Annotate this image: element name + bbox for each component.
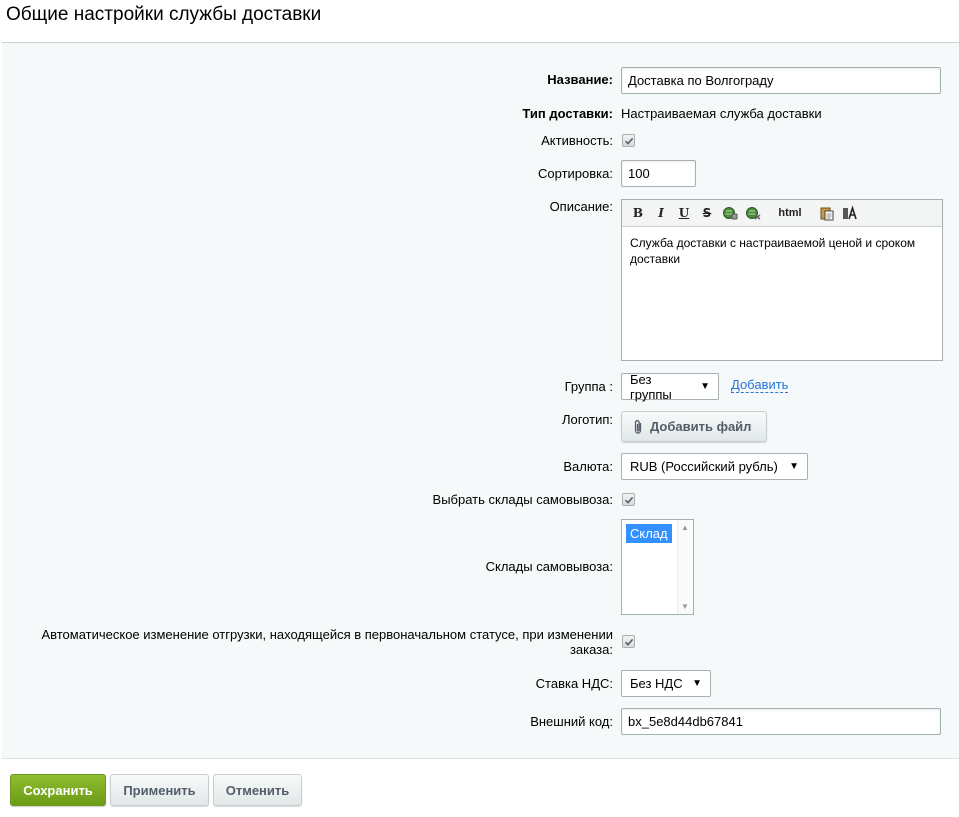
currency-label: Валюта: [563, 459, 613, 474]
cancel-button[interactable]: Отменить [213, 774, 302, 806]
auto-change-label-line2: заказа: [569, 642, 613, 657]
link-icon[interactable] [721, 204, 739, 222]
editor-toolbar: B I U S html [622, 200, 942, 227]
sort-label: Сортировка: [538, 166, 613, 181]
vat-select-value: Без НДС [630, 676, 683, 691]
external-code-label: Внешний код: [530, 714, 613, 729]
auto-change-label: Автоматическое изменение отгрузки, наход… [41, 627, 613, 657]
active-label: Активность: [541, 133, 613, 148]
group-label: Группа : [564, 379, 613, 394]
unlink-icon[interactable] [744, 204, 762, 222]
add-group-link[interactable]: Добавить [731, 378, 789, 393]
scroll-up-icon[interactable]: ▲ [681, 523, 689, 532]
stores-option[interactable]: Склад [626, 524, 672, 543]
group-select[interactable]: Без группы ▼ [621, 371, 719, 402]
save-button[interactable]: Сохранить [10, 774, 106, 806]
currency-select[interactable]: RUB (Российский рубль) ▼ [621, 453, 808, 480]
vat-select[interactable]: Без НДС ▼ [621, 670, 711, 697]
description-editor: B I U S html Служба доставки с настраива… [621, 199, 943, 361]
chevron-down-icon: ▼ [700, 381, 710, 392]
apply-button[interactable]: Применить [110, 774, 209, 806]
auto-change-label-line1: Автоматическое изменение отгрузки, наход… [41, 627, 613, 642]
add-file-label: Добавить файл [650, 419, 752, 434]
html-button[interactable]: html [773, 204, 807, 222]
italic-button[interactable]: I [652, 204, 670, 222]
currency-select-value: RUB (Российский рубль) [630, 459, 778, 474]
vat-label: Ставка НДС: [535, 676, 613, 691]
strikethrough-button[interactable]: S [698, 204, 716, 222]
choose-stores-label: Выбрать склады самовывоза: [432, 492, 613, 507]
stores-listbox[interactable]: Склад ▲ ▼ [621, 519, 694, 615]
active-checkbox[interactable] [622, 134, 635, 147]
bold-button[interactable]: B [629, 204, 647, 222]
description-label: Описание: [549, 199, 613, 214]
page-title: Общие настройки службы доставки [6, 4, 322, 25]
description-text[interactable]: Служба доставки с настраиваемой ценой и … [622, 227, 942, 275]
logo-label: Логотип: [561, 412, 613, 427]
group-select-value: Без группы [630, 371, 672, 402]
auto-change-checkbox[interactable] [622, 635, 635, 648]
name-label: Название: [547, 72, 613, 87]
scroll-down-icon[interactable]: ▼ [681, 602, 689, 611]
type-value: Настраиваемая служба доставки [621, 106, 822, 121]
type-label: Тип доставки: [522, 106, 613, 121]
sort-input[interactable] [621, 160, 696, 187]
external-code-input[interactable] [621, 708, 941, 735]
check-icon [624, 496, 633, 504]
font-icon[interactable] [841, 204, 859, 222]
stores-label: Склады самовывоза: [485, 559, 613, 574]
name-input[interactable] [621, 67, 941, 94]
add-file-button[interactable]: Добавить файл [621, 411, 767, 442]
chevron-down-icon: ▼ [789, 461, 799, 472]
paperclip-icon [634, 419, 642, 434]
choose-stores-checkbox[interactable] [622, 493, 635, 506]
check-icon [624, 137, 633, 145]
underline-button[interactable]: U [675, 204, 693, 222]
chevron-down-icon: ▼ [692, 678, 702, 689]
check-icon [624, 638, 633, 646]
paste-icon[interactable] [818, 204, 836, 222]
listbox-scrollbar[interactable]: ▲ ▼ [677, 520, 693, 614]
